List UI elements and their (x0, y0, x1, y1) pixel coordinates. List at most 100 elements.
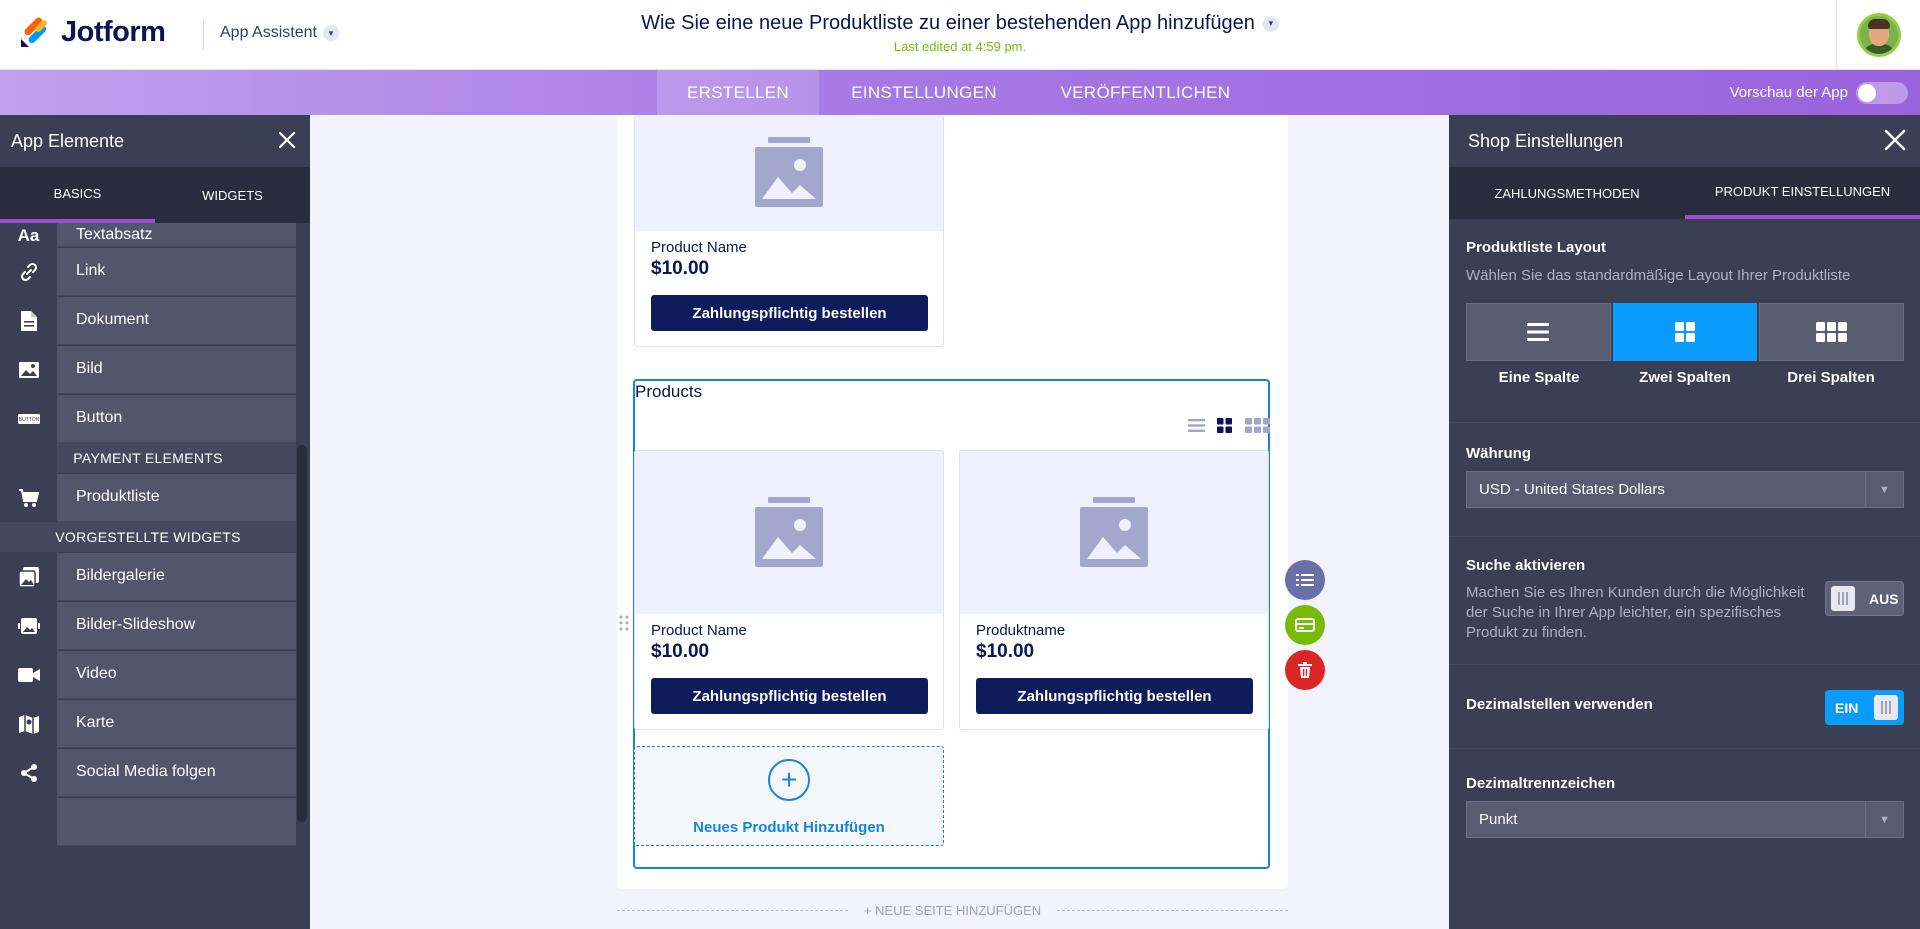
close-icon[interactable] (276, 129, 298, 151)
element-label: Bild (57, 345, 296, 394)
one-column-icon (1527, 323, 1550, 341)
app-assistant-dropdown[interactable]: App Assistent ▾ (220, 24, 339, 42)
scrollbar-thumb[interactable] (297, 445, 307, 822)
tab-produkt-einstellungen[interactable]: PRODUKT EINSTELLUNGEN (1685, 167, 1920, 219)
order-button[interactable]: Zahlungspflichtig bestellen (976, 678, 1253, 714)
tab-widgets[interactable]: WIDGETS (155, 167, 310, 223)
list-item[interactable] (0, 797, 296, 846)
payment-settings-button[interactable] (1285, 605, 1325, 645)
separator-label: Dezimaltrennzeichen (1466, 775, 1616, 792)
drag-handle-icon[interactable] (619, 614, 629, 632)
element-label: Bildergalerie (57, 552, 296, 601)
grid-three-icon[interactable] (1245, 418, 1271, 433)
section-label: VORGESTELLTE WIDGETS (55, 529, 241, 545)
widget-video[interactable]: Video (0, 650, 296, 699)
layout-option-label: Zwei Spalten (1639, 369, 1731, 386)
product-name: Product Name (651, 239, 747, 256)
element-label: Button (57, 394, 296, 443)
product-image (635, 115, 943, 231)
currency-label: Währung (1466, 445, 1531, 462)
product-card[interactable]: Produktname $10.00 Zahlungspflichtig bes… (959, 450, 1269, 730)
map-icon (0, 699, 57, 748)
chevron-down-icon: ▾ (1262, 15, 1279, 32)
product-name: Produktname (976, 622, 1066, 639)
app-elements-panel: App Elemente BASICS WIDGETS Aa Textabsat… (0, 115, 310, 929)
add-product-label: Neues Produkt Hinzufügen (693, 819, 885, 836)
add-product-button[interactable]: + Neues Produkt Hinzufügen (634, 746, 944, 846)
product-price: $10.00 (651, 258, 710, 279)
element-label: Textabsatz (76, 226, 153, 243)
jotform-logo-icon (21, 17, 47, 47)
product-card[interactable]: Product Name $10.00 Zahlungspflichtig be… (634, 115, 944, 347)
widget-karte[interactable]: Karte (0, 699, 296, 748)
chevron-down-icon: ▼ (1865, 802, 1903, 837)
element-bild[interactable]: Bild (0, 345, 296, 394)
search-toggle[interactable]: AUS (1825, 581, 1904, 616)
toggle-state: EIN (1835, 699, 1859, 716)
element-produktliste[interactable]: Produktliste (0, 473, 296, 522)
separator-select[interactable]: Punkt ▼ (1466, 801, 1904, 838)
main-nav: ERSTELLEN EINSTELLUNGEN VERÖFFENTLICHEN … (0, 70, 1920, 115)
layout-option-label: Drei Spalten (1787, 369, 1875, 386)
element-button[interactable]: BUTTON Button (0, 394, 296, 443)
brand-name: Jotform (61, 16, 166, 48)
widget-bilder-slideshow[interactable]: Bilder-Slideshow (0, 601, 296, 650)
widget-social-media-folgen[interactable]: Social Media folgen (0, 748, 296, 797)
element-link[interactable]: Link (0, 247, 296, 296)
slideshow-icon (0, 601, 57, 650)
search-label: Suche aktivieren (1466, 557, 1586, 574)
product-image (635, 451, 943, 614)
product-price: $10.00 (976, 641, 1035, 662)
tab-zahlungsmethoden[interactable]: ZAHLUNGSMETHODEN (1449, 167, 1685, 219)
cart-icon (0, 473, 57, 522)
account-area (1836, 0, 1920, 70)
app-title[interactable]: Wie Sie eine neue Produktliste zu einer … (641, 12, 1279, 35)
app-assistant-label: App Assistent (220, 24, 317, 41)
currency-select[interactable]: USD - United States Dollars ▼ (1466, 471, 1904, 508)
tab-erstellen[interactable]: ERSTELLEN (657, 70, 819, 115)
image-icon (0, 345, 57, 394)
avatar[interactable] (1856, 13, 1901, 57)
two-columns-icon (1675, 322, 1695, 342)
element-dokument[interactable]: Dokument (0, 296, 296, 345)
add-page-button[interactable]: + NEUE SEITE HINZUFÜGEN (848, 903, 1057, 918)
order-button[interactable]: Zahlungspflichtig bestellen (651, 678, 928, 714)
grid-two-icon[interactable] (1216, 418, 1234, 433)
properties-button[interactable] (1285, 560, 1325, 600)
element-label: Link (57, 247, 296, 296)
panel-header: Shop Einstellungen (1449, 115, 1920, 167)
close-icon[interactable] (1882, 127, 1908, 153)
add-page-row: + NEUE SEITE HINZUFÜGEN (617, 900, 1289, 920)
layout-three-columns[interactable] (1759, 303, 1905, 361)
product-card[interactable]: Product Name $10.00 Zahlungspflichtig be… (634, 450, 944, 730)
layout-two-columns[interactable] (1612, 303, 1758, 361)
product-image (960, 451, 1268, 614)
element-textabsatz[interactable]: Aa Textabsatz (0, 223, 296, 247)
tab-veroeffentlichen[interactable]: VERÖFFENTLICHEN (1029, 70, 1262, 115)
decimals-label: Dezimalstellen verwenden (1466, 696, 1653, 713)
document-icon (0, 296, 57, 345)
panel-tabs: ZAHLUNGSMETHODEN PRODUKT EINSTELLUNGEN (1449, 167, 1920, 219)
tab-einstellungen[interactable]: EINSTELLUNGEN (819, 70, 1029, 115)
text-icon: Aa (0, 223, 57, 247)
preview-toggle[interactable] (1856, 82, 1908, 104)
delete-button[interactable] (1285, 650, 1325, 690)
panel-header: App Elemente (0, 115, 310, 167)
list-view-icon[interactable] (1188, 418, 1205, 433)
layout-one-column[interactable] (1466, 303, 1611, 361)
chevron-down-icon: ▼ (1865, 472, 1903, 507)
credit-card-icon (1295, 618, 1315, 632)
link-icon (0, 247, 57, 296)
toggle-state: AUS (1869, 590, 1899, 607)
preview-label: Vorschau der App (1729, 84, 1848, 101)
layout-description: Wählen Sie das standardmäßige Layout Ihr… (1466, 267, 1851, 284)
divider (1449, 422, 1920, 423)
layout-option-labels: Eine Spalte Zwei Spalten Drei Spalten (1466, 369, 1904, 386)
tab-basics[interactable]: BASICS (0, 167, 155, 223)
decimals-toggle[interactable]: EIN (1825, 690, 1904, 725)
widget-bildergalerie[interactable]: Bildergalerie (0, 552, 296, 601)
jotform-logo[interactable]: Jotform (19, 16, 166, 49)
panel-title: Shop Einstellungen (1468, 130, 1624, 151)
order-button[interactable]: Zahlungspflichtig bestellen (651, 295, 928, 331)
toggle-knob (1831, 586, 1855, 611)
